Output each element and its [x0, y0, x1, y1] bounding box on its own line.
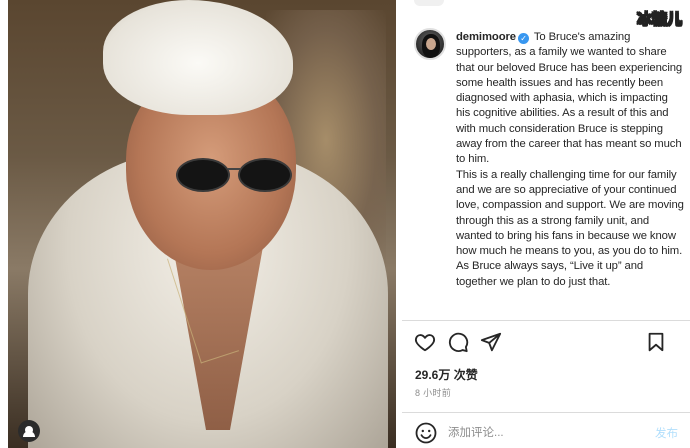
comment-button[interactable] — [446, 330, 470, 354]
user-avatar[interactable] — [414, 28, 446, 60]
caption-paragraph-1: To Bruce's amazing supporters, as a fami… — [456, 31, 683, 166]
caption-paragraph-2: This is a really challenging time for ou… — [456, 168, 684, 258]
save-button[interactable] — [644, 330, 668, 354]
verified-badge-icon: ✓ — [518, 33, 529, 45]
share-button[interactable] — [479, 330, 503, 354]
photo-sunglasses-bridge — [228, 168, 240, 170]
comment-divider — [402, 412, 690, 413]
heart-icon — [414, 334, 436, 352]
comment-input[interactable] — [448, 424, 628, 442]
like-button[interactable] — [413, 330, 437, 354]
photo-sunglasses-right — [238, 158, 292, 192]
caption-paragraph-3: As Bruce always says, “Live it up” and t… — [456, 260, 644, 288]
caption-area: demimoore ✓ To Bruce's amazing supporters… — [402, 22, 690, 318]
user-icon-body — [23, 431, 35, 437]
likes-count[interactable]: 29.6万 次赞 — [415, 366, 478, 383]
comment-icon — [448, 332, 469, 353]
post-comment-button[interactable]: 发布 — [655, 425, 678, 441]
tagged-user-icon[interactable] — [18, 420, 40, 442]
photo-towel — [103, 0, 293, 115]
header-avatar-partial — [414, 0, 444, 6]
emoji-button[interactable] — [414, 421, 438, 445]
username-link[interactable]: demimoore — [456, 31, 516, 43]
send-icon — [480, 332, 502, 352]
smiley-icon — [415, 422, 437, 444]
comment-bar: 发布 — [402, 418, 690, 448]
post-timestamp[interactable]: 8 小时前 — [415, 386, 451, 399]
actions-divider — [402, 320, 690, 321]
action-bar — [402, 328, 690, 356]
caption-text: demimoore ✓ To Bruce's amazing supporters… — [456, 30, 684, 290]
post-detail-pane: 冰糖儿 demimoore ✓ To Bruce's amazing suppor… — [402, 0, 690, 448]
post-photo[interactable] — [8, 0, 396, 448]
left-border — [0, 0, 8, 448]
photo-sunglasses-left — [176, 158, 230, 192]
bookmark-icon — [648, 332, 664, 352]
